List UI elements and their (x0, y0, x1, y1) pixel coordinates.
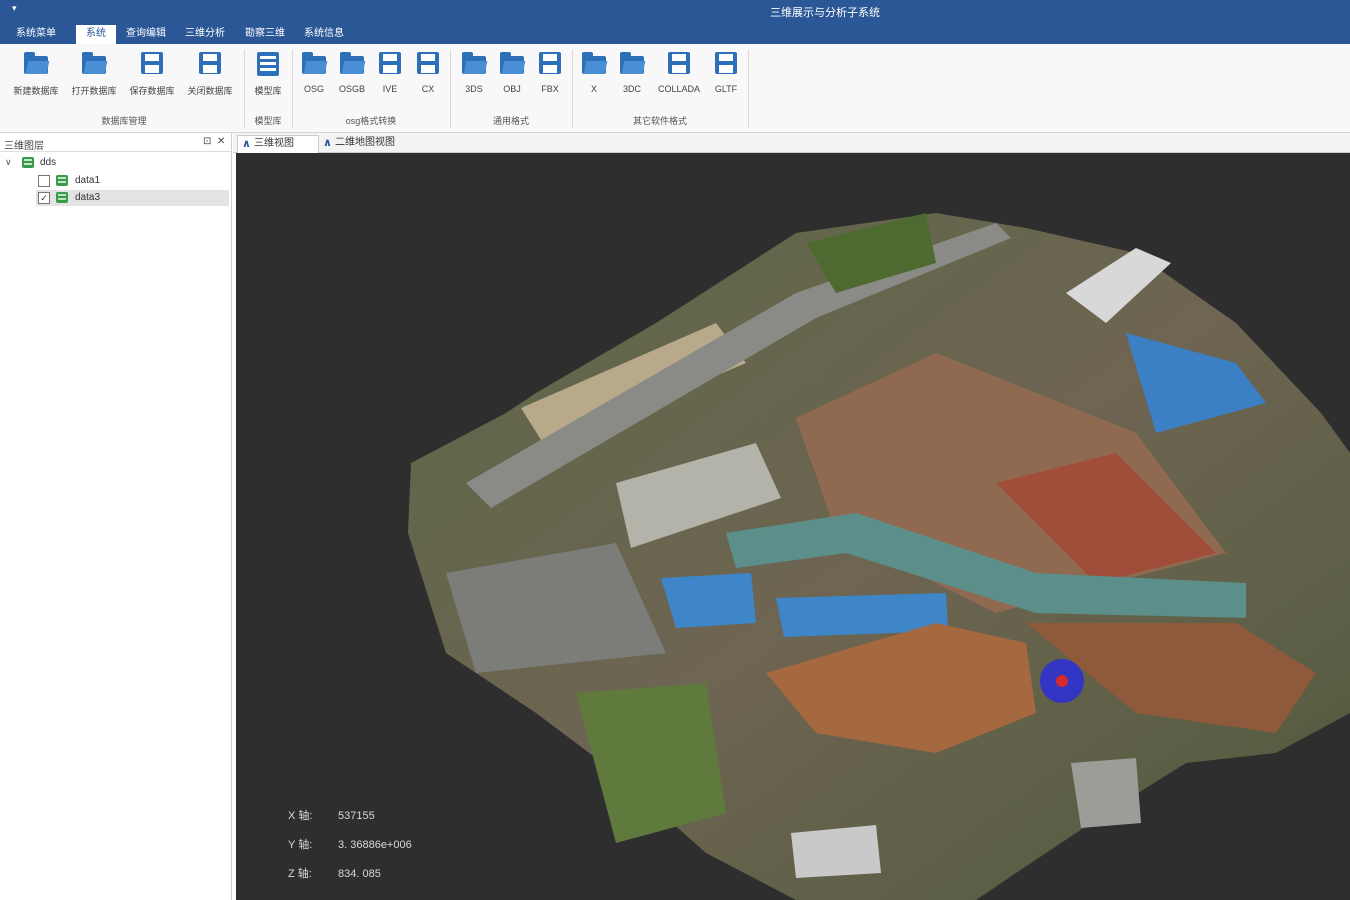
save-icon (715, 52, 737, 74)
gltf-button[interactable]: GLTF (708, 50, 744, 94)
x-coordinate-readout: X 轴: 537155 (288, 810, 375, 822)
ribbon-separator (450, 50, 451, 128)
view-tab-bar: ∧ 三维视图 ∧ 二维地图视图 (233, 133, 1350, 153)
new-database-button[interactable]: 新建数据库 (8, 50, 64, 97)
3d-viewport[interactable]: X 轴: 537155 Y 轴: 3. 36886e+006 Z 轴: 834. 08… (236, 153, 1350, 900)
save-icon (668, 52, 690, 74)
layer-checkbox-data1[interactable] (38, 175, 50, 187)
ribbon-separator (572, 50, 573, 128)
layer-icon (56, 175, 68, 186)
group-label-common-format: 通用格式 (492, 116, 529, 126)
menu-tab-system-info[interactable]: 系统信息 (304, 26, 344, 44)
group-label-osg-conversion: osg格式转换 (345, 116, 397, 126)
folder-icon (620, 52, 644, 74)
obj-button[interactable]: OBJ (494, 50, 530, 94)
y-coordinate-readout: Y 轴: 3. 36886e+006 (288, 839, 412, 851)
folder-icon (24, 52, 48, 74)
close-database-icon (199, 52, 221, 74)
menu-tab-query-edit[interactable]: 查询编辑 (126, 26, 166, 44)
close-database-button[interactable]: 关闭数据库 (182, 50, 238, 97)
fbx-button[interactable]: FBX (532, 50, 568, 94)
layer-panel: 三维图层 ⊡ ✕ ∨ dds data1 ✓ data3 (0, 133, 232, 900)
group-label-database: 数据库管理 (101, 116, 147, 126)
window-title: 三维展示与分析子系统 (770, 7, 880, 19)
layer-icon (56, 192, 68, 203)
group-label-model-library: 模型库 (254, 116, 282, 126)
save-icon (141, 52, 163, 74)
z-coordinate-readout: Z 轴: 834. 085 (288, 868, 381, 880)
blue-sheds (661, 573, 756, 628)
cursor-marker-center (1056, 675, 1068, 687)
tree-root-dds[interactable]: ∨ dds (0, 155, 229, 171)
tab-2d-map-view[interactable]: ∧ 二维地图视图 (319, 135, 421, 152)
folder-icon (462, 52, 486, 74)
save-icon (379, 52, 401, 74)
close-icon[interactable]: ✕ (217, 136, 225, 147)
save-icon (417, 52, 439, 74)
view-icon: ∧ (242, 138, 251, 150)
layer-checkbox-data3[interactable]: ✓ (38, 192, 50, 204)
open-database-button[interactable]: 打开数据库 (66, 50, 122, 97)
terrain-model[interactable] (236, 153, 1350, 900)
cx-button[interactable]: CX (410, 50, 446, 94)
menu-tab-3d-analysis[interactable]: 三维分析 (185, 26, 225, 44)
lower-building (1071, 758, 1141, 828)
view-icon: ∧ (323, 137, 332, 149)
osgb-button[interactable]: OSGB (334, 50, 370, 94)
ribbon-separator (292, 50, 293, 128)
title-bar: ▾ 三维展示与分析子系统 (0, 0, 1350, 22)
group-label-other-software: 其它软件格式 (632, 116, 687, 126)
pin-icon[interactable]: ⊡ (203, 136, 211, 147)
menu-tab-survey-3d[interactable]: 勘察三维 (245, 26, 285, 44)
tree-root-label: dds (40, 157, 57, 168)
folder-icon (582, 52, 606, 74)
menu-bar: 系统菜单 系统 查询编辑 三维分析 勘察三维 系统信息 (0, 22, 1350, 44)
chevron-down-icon[interactable]: ∨ (5, 157, 12, 168)
model-library-icon (257, 52, 279, 76)
3ds-button[interactable]: 3DS (456, 50, 492, 94)
save-database-button[interactable]: 保存数据库 (124, 50, 180, 97)
ribbon-separator (748, 50, 749, 128)
layer-panel-title: 三维图层 (4, 141, 44, 152)
ribbon-toolbar: 新建数据库 打开数据库 保存数据库 关闭数据库 数据库管理 模型库 模型库 OS… (0, 44, 1350, 133)
ive-button[interactable]: IVE (372, 50, 408, 94)
folder-open-icon (82, 52, 106, 74)
tab-3d-view[interactable]: ∧ 三维视图 (237, 135, 319, 153)
layer-panel-header: 三维图层 ⊡ ✕ (0, 135, 231, 152)
menu-tab-system[interactable]: 系统 (76, 25, 116, 44)
save-icon (539, 52, 561, 74)
green-field (576, 683, 726, 843)
ribbon-separator (244, 50, 245, 128)
tree-item-label: data1 (75, 175, 101, 186)
collada-button[interactable]: COLLADA (654, 50, 704, 94)
x-format-button[interactable]: X (576, 50, 612, 94)
tree-item-data1[interactable]: data1 (0, 173, 229, 189)
tree-item-label: data3 (75, 192, 101, 203)
tree-item-data3[interactable]: ✓ data3 (36, 190, 229, 206)
folder-icon (500, 52, 524, 74)
3dc-button[interactable]: 3DC (614, 50, 650, 94)
layer-group-icon (22, 157, 34, 168)
model-library-button[interactable]: 模型库 (248, 50, 288, 97)
folder-icon (302, 52, 326, 74)
osg-button[interactable]: OSG (296, 50, 332, 94)
lower-building (791, 825, 881, 878)
folder-icon (340, 52, 364, 74)
menu-tab-system-menu[interactable]: 系统菜单 (16, 26, 56, 44)
